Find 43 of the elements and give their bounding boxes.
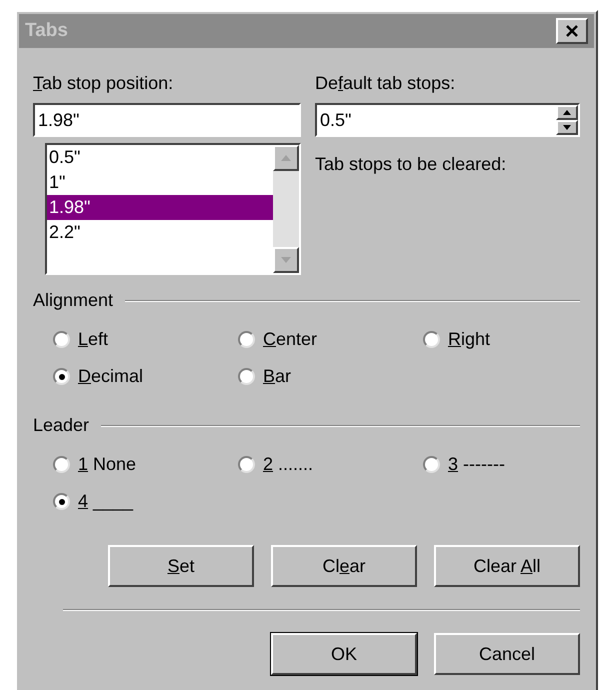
- radio-icon[interactable]: [53, 493, 70, 510]
- spin-field[interactable]: 0.5": [315, 103, 580, 137]
- radio-icon[interactable]: [53, 368, 70, 385]
- input-field[interactable]: 1.98": [33, 103, 301, 137]
- radio-option[interactable]: Left: [53, 326, 238, 353]
- window-title: Tabs: [25, 18, 68, 43]
- dialog-button[interactable]: Clear All: [434, 545, 580, 587]
- radio-icon[interactable]: [423, 331, 440, 348]
- radio-option[interactable]: 3 -------: [423, 451, 580, 478]
- list-item[interactable]: 2.2": [47, 220, 273, 245]
- radio-option[interactable]: 2 .......: [238, 451, 423, 478]
- radio-icon[interactable]: [238, 331, 255, 348]
- close-icon: [565, 24, 579, 38]
- radio-icon[interactable]: [53, 456, 70, 473]
- group-label: Alignment: [33, 289, 114, 312]
- list-item[interactable]: 1": [47, 170, 273, 195]
- radio-option[interactable]: 4 ____: [53, 488, 238, 515]
- up-arrow-icon: [281, 155, 291, 161]
- radio-option[interactable]: 1 None: [53, 451, 238, 478]
- dialog-button[interactable]: Clear: [271, 545, 417, 587]
- list-box[interactable]: 0.5" 1" 1.98" 2.2": [45, 143, 301, 275]
- radio-option[interactable]: Right: [423, 326, 580, 353]
- dialog-button[interactable]: Set: [108, 545, 254, 587]
- radio-option[interactable]: Decimal: [53, 363, 238, 390]
- group-label: Leader: [33, 414, 90, 437]
- scrollbar[interactable]: [273, 145, 299, 273]
- list-label: Tab stops to be cleared:: [315, 153, 508, 176]
- radio-icon[interactable]: [238, 456, 255, 473]
- field-label: Default tab stops:: [315, 72, 456, 95]
- dialog-button[interactable]: OK: [271, 633, 417, 675]
- radio-icon[interactable]: [238, 368, 255, 385]
- list-item[interactable]: 0.5": [47, 145, 273, 170]
- radio-option[interactable]: Center: [238, 326, 423, 353]
- close-button[interactable]: [556, 18, 588, 44]
- dialog-button[interactable]: Cancel: [434, 633, 580, 675]
- radio-icon[interactable]: [423, 456, 440, 473]
- field-label: Tab stop position:: [33, 72, 174, 95]
- radio-option[interactable]: Bar: [238, 363, 423, 390]
- list-item[interactable]: 1.98": [47, 195, 273, 220]
- up-arrow-icon: [563, 110, 571, 115]
- radio-icon[interactable]: [53, 331, 70, 348]
- down-arrow-icon: [563, 125, 571, 130]
- down-arrow-icon: [281, 257, 291, 263]
